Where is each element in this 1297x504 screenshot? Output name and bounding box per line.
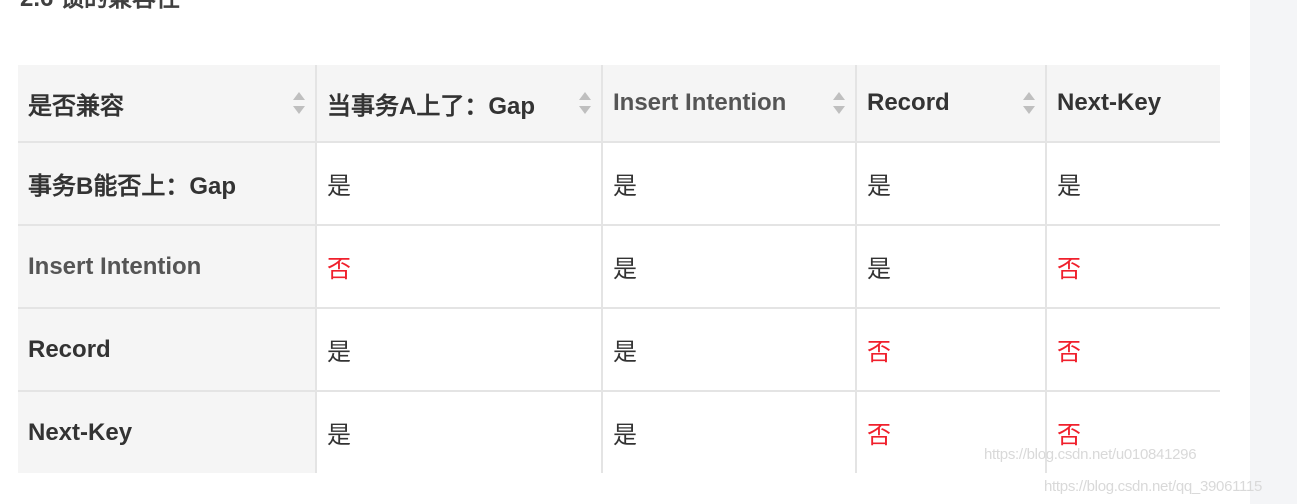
right-gutter xyxy=(1250,0,1297,504)
table-cell: 是 xyxy=(315,141,603,226)
column-header-label: Insert Intention xyxy=(613,89,787,116)
table-cell: 否 xyxy=(1045,224,1220,309)
column-header-label: Next-Key xyxy=(1057,89,1162,116)
table-cell: 是 xyxy=(315,307,603,392)
table-row: Insert Intention 否 是 是 否 xyxy=(18,224,1220,309)
table-cell: 是 xyxy=(315,390,603,473)
column-header-compatible[interactable]: 是否兼容 xyxy=(18,65,317,143)
sort-icon[interactable] xyxy=(833,92,845,114)
table-cell: 是 xyxy=(855,141,1047,226)
table-cell: 是 xyxy=(601,307,857,392)
watermark: https://blog.csdn.net/u010841296 xyxy=(984,446,1197,463)
column-header-record[interactable]: Record xyxy=(855,65,1047,143)
table-cell: 是 xyxy=(855,224,1047,309)
compatibility-table-container: 是否兼容 当事务A上了：Gap Insert Intention Record … xyxy=(18,65,1220,473)
row-header-record: Record xyxy=(18,307,317,392)
sort-icon[interactable] xyxy=(293,92,305,114)
table-row: 事务B能否上：Gap 是 是 是 是 xyxy=(18,141,1220,226)
table-cell: 是 xyxy=(601,224,857,309)
sort-icon[interactable] xyxy=(579,92,591,114)
lock-compatibility-table: 是否兼容 当事务A上了：Gap Insert Intention Record … xyxy=(18,65,1220,473)
column-header-label: 当事务A上了：Gap xyxy=(327,92,536,120)
row-header-gap: 事务B能否上：Gap xyxy=(18,141,317,226)
table-cell: 是 xyxy=(601,390,857,473)
row-header-next-key: Next-Key xyxy=(18,390,317,473)
column-header-label: Record xyxy=(867,89,950,116)
section-heading: 2.6 锁的兼容性 xyxy=(20,0,180,14)
column-header-next-key[interactable]: Next-Key xyxy=(1045,65,1220,143)
table-row: Record 是 是 否 否 xyxy=(18,307,1220,392)
row-header-insert-intention: Insert Intention xyxy=(18,224,317,309)
table-cell: 是 xyxy=(1045,141,1220,226)
watermark: https://blog.csdn.net/qq_39061115 xyxy=(1044,478,1263,495)
table-cell: 否 xyxy=(1045,307,1220,392)
column-header-insert-intention[interactable]: Insert Intention xyxy=(601,65,857,143)
table-cell: 否 xyxy=(855,307,1047,392)
column-header-label: 是否兼容 xyxy=(28,92,124,120)
table-header-row: 是否兼容 当事务A上了：Gap Insert Intention Record … xyxy=(18,65,1220,143)
column-header-gap[interactable]: 当事务A上了：Gap xyxy=(315,65,603,143)
table-cell: 是 xyxy=(601,141,857,226)
sort-icon[interactable] xyxy=(1023,92,1035,114)
table-cell: 否 xyxy=(315,224,603,309)
